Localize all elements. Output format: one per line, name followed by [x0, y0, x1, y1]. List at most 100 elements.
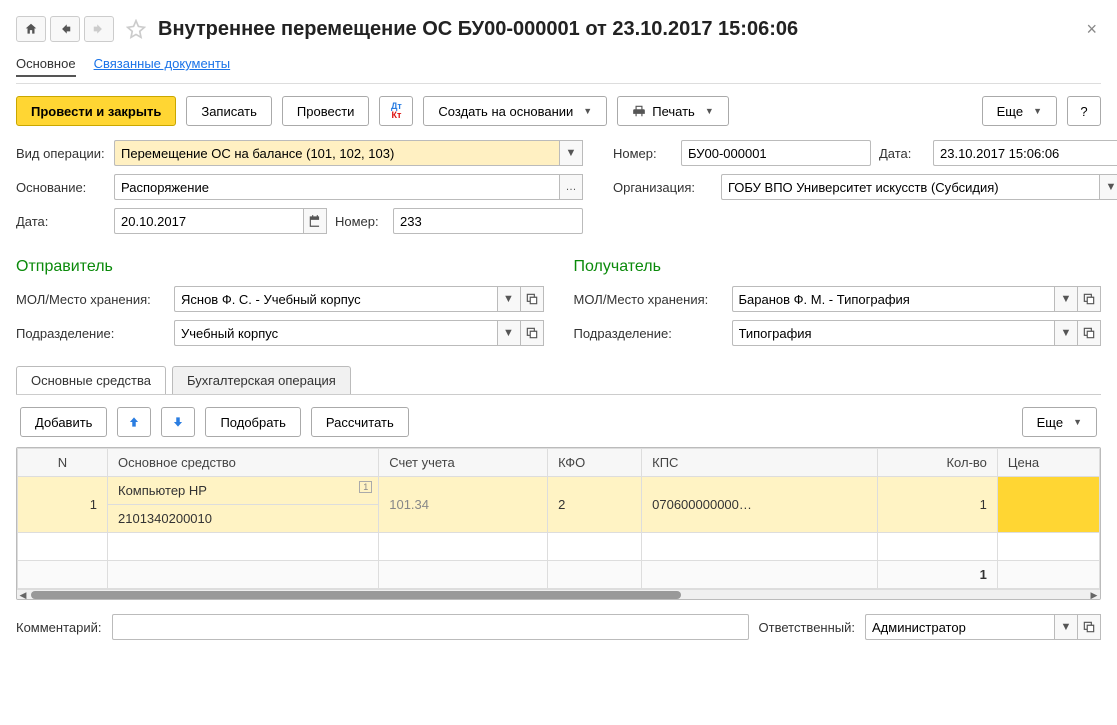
horizontal-scrollbar[interactable]: ◀ ▶ — [17, 589, 1100, 599]
doc-date-label: Дата: — [879, 146, 925, 161]
receiver-mol-open-button[interactable] — [1077, 286, 1101, 312]
tab-main[interactable]: Основное — [16, 52, 76, 77]
sender-dept-open-button[interactable] — [520, 320, 544, 346]
add-row-button[interactable]: Добавить — [20, 407, 107, 437]
table-more-label: Еще — [1037, 415, 1063, 430]
sender-dept-label: Подразделение: — [16, 326, 166, 341]
subtab-accounting[interactable]: Бухгалтерская операция — [172, 366, 351, 394]
cell-qty[interactable]: 1 — [877, 477, 997, 533]
col-qty[interactable]: Кол-во — [877, 449, 997, 477]
col-kps[interactable]: КПС — [642, 449, 878, 477]
operation-type-dropdown[interactable]: ▼ — [559, 140, 583, 166]
save-button[interactable]: Записать — [186, 96, 272, 126]
scroll-left-icon[interactable]: ◀ — [17, 590, 29, 600]
pick-button[interactable]: Подобрать — [205, 407, 300, 437]
receiver-dept-input[interactable] — [732, 320, 1055, 346]
receiver-section-title: Получатель — [574, 258, 1102, 276]
organization-label: Организация: — [613, 180, 713, 195]
arrow-up-icon — [127, 415, 141, 429]
post-button[interactable]: Провести — [282, 96, 370, 126]
page-title: Внутреннее перемещение ОС БУ00-000001 от… — [158, 18, 1078, 41]
col-kfo[interactable]: КФО — [548, 449, 642, 477]
back-button[interactable] — [50, 16, 80, 42]
col-asset[interactable]: Основное средство — [108, 449, 379, 477]
help-button[interactable]: ? — [1067, 96, 1101, 126]
receiver-mol-label: МОЛ/Место хранения: — [574, 292, 724, 307]
table-row[interactable]: 1 Компьютер HP 1 101.34 2 070600000000… … — [18, 477, 1100, 505]
open-external-icon — [1082, 620, 1096, 634]
sender-mol-dropdown[interactable]: ▼ — [497, 286, 521, 312]
tab-linked-documents[interactable]: Связанные документы — [94, 52, 231, 77]
operation-type-input[interactable] — [114, 140, 559, 166]
col-n[interactable]: N — [18, 449, 108, 477]
close-button[interactable]: × — [1082, 19, 1101, 40]
cell-asset-code[interactable]: 2101340200010 — [108, 505, 379, 533]
basis-date-input[interactable] — [114, 208, 303, 234]
cell-kps[interactable]: 070600000000… — [642, 477, 878, 533]
cell-price[interactable] — [997, 477, 1099, 533]
home-icon — [24, 22, 38, 36]
cell-kfo[interactable]: 2 — [548, 477, 642, 533]
cell-n: 1 — [18, 477, 108, 533]
receiver-dept-label: Подразделение: — [574, 326, 724, 341]
receiver-dept-dropdown[interactable]: ▼ — [1054, 320, 1078, 346]
col-price[interactable]: Цена — [997, 449, 1099, 477]
sender-dept-input[interactable] — [174, 320, 497, 346]
sender-mol-open-button[interactable] — [520, 286, 544, 312]
debit-credit-button[interactable]: ДтКт — [379, 96, 413, 126]
printer-icon — [632, 104, 646, 118]
basis-date-calendar-button[interactable] — [303, 208, 327, 234]
scroll-right-icon[interactable]: ▶ — [1088, 590, 1100, 600]
cell-asset-name: Компьютер HP — [118, 483, 207, 498]
responsible-input[interactable] — [865, 614, 1054, 640]
table-more-button[interactable]: Еще ▼ — [1022, 407, 1097, 437]
basis-number-label: Номер: — [335, 214, 385, 229]
subtab-assets[interactable]: Основные средства — [16, 366, 166, 394]
chevron-down-icon: ▼ — [705, 106, 714, 116]
sender-mol-input[interactable] — [174, 286, 497, 312]
open-external-icon — [1082, 326, 1096, 340]
comment-label: Комментарий: — [16, 620, 102, 635]
asset-badge-icon: 1 — [359, 481, 372, 493]
open-external-icon — [525, 292, 539, 306]
organization-input[interactable] — [721, 174, 1099, 200]
create-based-label: Создать на основании — [438, 104, 573, 119]
receiver-dept-open-button[interactable] — [1077, 320, 1101, 346]
col-account[interactable]: Счет учета — [379, 449, 548, 477]
organization-dropdown[interactable]: ▼ — [1099, 174, 1117, 200]
doc-date-input[interactable] — [933, 140, 1117, 166]
doc-number-label: Номер: — [613, 146, 673, 161]
more-button[interactable]: Еще ▼ — [982, 96, 1057, 126]
move-down-button[interactable] — [161, 407, 195, 437]
scroll-thumb[interactable] — [31, 591, 681, 599]
responsible-dropdown[interactable]: ▼ — [1054, 614, 1078, 640]
calendar-icon — [308, 214, 322, 228]
home-button[interactable] — [16, 16, 46, 42]
doc-number-input[interactable] — [681, 140, 871, 166]
responsible-open-button[interactable] — [1077, 614, 1101, 640]
calculate-button[interactable]: Рассчитать — [311, 407, 409, 437]
receiver-mol-input[interactable] — [732, 286, 1055, 312]
open-external-icon — [525, 326, 539, 340]
cell-account[interactable]: 101.34 — [379, 477, 548, 533]
create-based-on-button[interactable]: Создать на основании ▼ — [423, 96, 607, 126]
move-up-button[interactable] — [117, 407, 151, 437]
cell-asset[interactable]: Компьютер HP 1 — [108, 477, 379, 505]
sender-dept-dropdown[interactable]: ▼ — [497, 320, 521, 346]
basis-number-input[interactable] — [393, 208, 583, 234]
arrow-down-icon — [171, 415, 185, 429]
more-label: Еще — [997, 104, 1023, 119]
comment-input[interactable] — [112, 614, 749, 640]
basis-ellipsis-button[interactable]: … — [559, 174, 583, 200]
basis-date-label: Дата: — [16, 214, 106, 229]
assets-table: N Основное средство Счет учета КФО КПС К… — [16, 447, 1101, 600]
print-button[interactable]: Печать ▼ — [617, 96, 729, 126]
basis-input[interactable] — [114, 174, 559, 200]
favorite-star-icon[interactable] — [124, 17, 148, 41]
post-and-close-button[interactable]: Провести и закрыть — [16, 96, 176, 126]
receiver-mol-dropdown[interactable]: ▼ — [1054, 286, 1078, 312]
table-footer-row: 1 — [18, 561, 1100, 589]
dtkt-icon: ДтКт — [391, 102, 402, 120]
basis-label: Основание: — [16, 180, 106, 195]
forward-button[interactable] — [84, 16, 114, 42]
